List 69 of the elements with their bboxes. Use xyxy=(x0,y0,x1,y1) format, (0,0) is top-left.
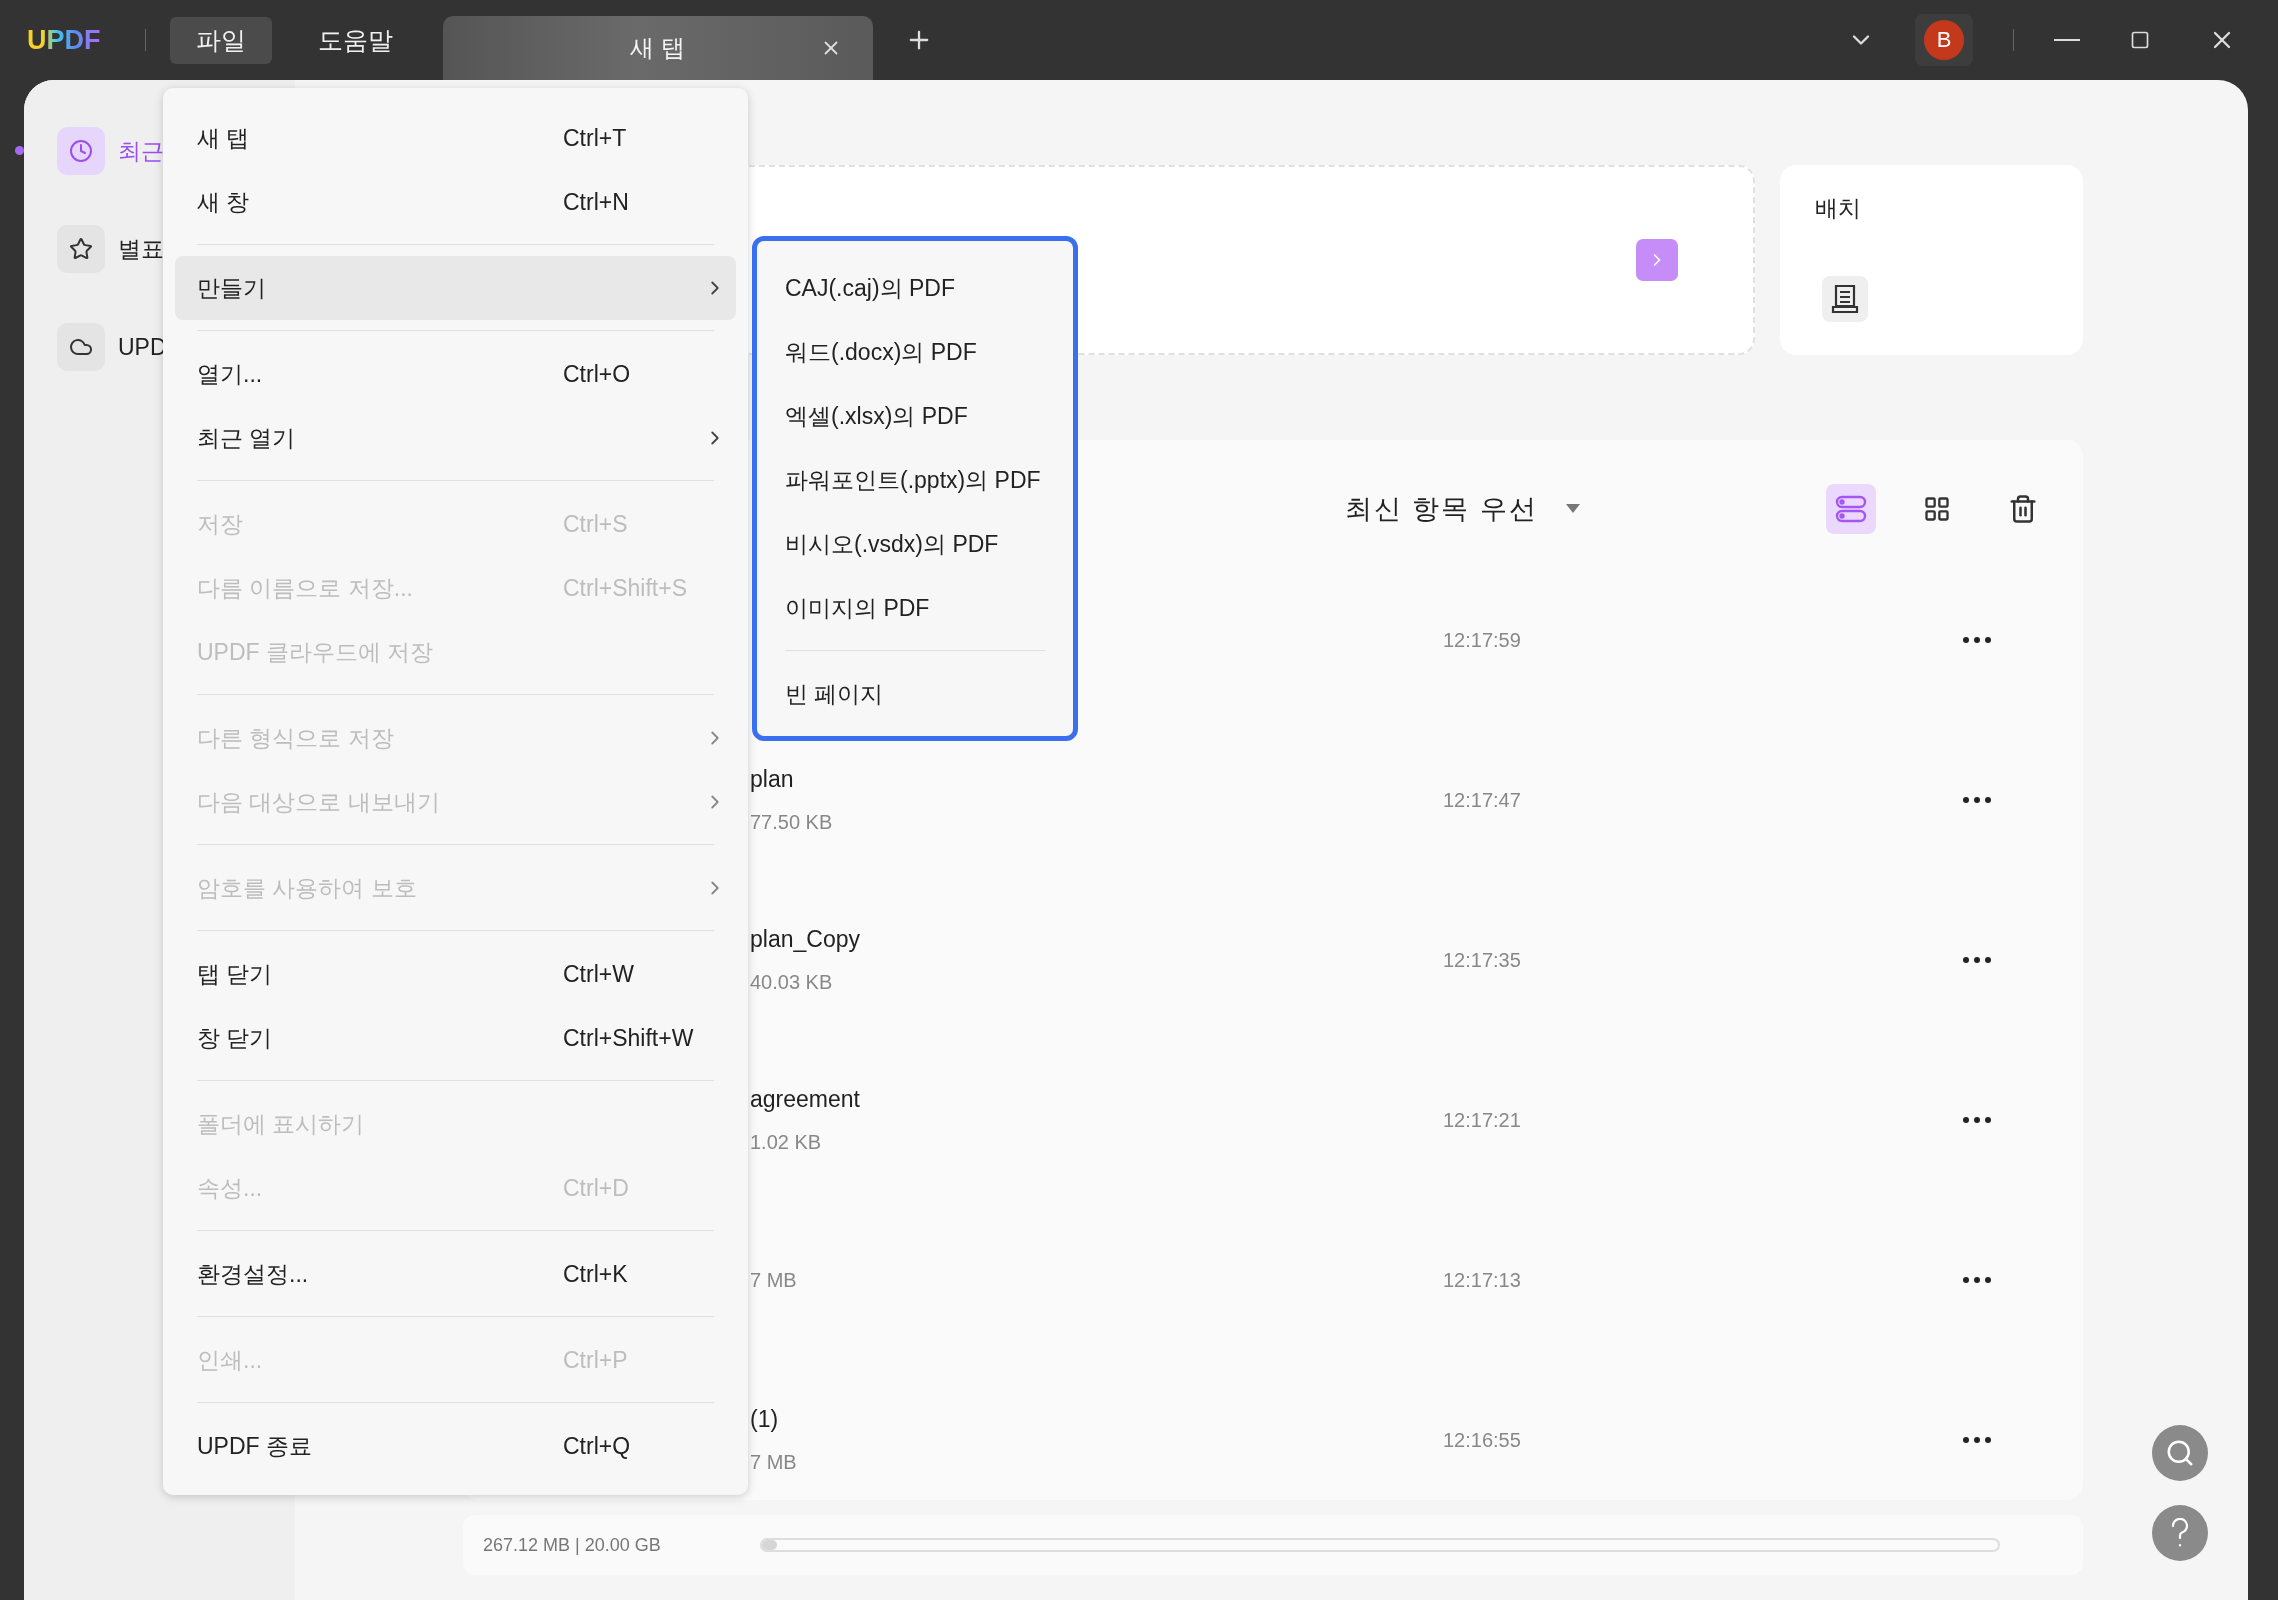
menu-item[interactable]: UPDF 종료 Ctrl+Q xyxy=(175,1414,736,1478)
minimize-icon xyxy=(2054,39,2080,41)
file-time: 12:16:55 xyxy=(1443,1428,1522,1452)
batch-button[interactable] xyxy=(1822,276,1868,322)
more-button[interactable] xyxy=(1963,637,1991,643)
menu-item[interactable]: 만들기 xyxy=(175,256,736,320)
more-icon xyxy=(1963,1437,1991,1443)
file-name: agreement xyxy=(750,1086,861,1113)
account-button[interactable]: B xyxy=(1915,14,1973,66)
file-time: 12:17:13 xyxy=(1443,1268,1522,1292)
search-icon xyxy=(2165,1438,2195,1468)
more-icon xyxy=(1963,637,1991,643)
file-size: 7 MB xyxy=(750,1451,798,1474)
file-size: 40.03 KB xyxy=(750,971,834,994)
submenu-item[interactable]: 빈 페이지 xyxy=(765,662,1065,726)
submenu-item[interactable]: CAJ(.caj)의 PDF xyxy=(765,256,1065,320)
help-icon xyxy=(2171,1518,2189,1548)
more-icon xyxy=(1963,797,1991,803)
menu-item[interactable]: 환경설정... Ctrl+K xyxy=(175,1242,736,1306)
file-size: 1.02 KB xyxy=(750,1131,823,1154)
menu-item[interactable]: 탭 닫기 Ctrl+W xyxy=(175,942,736,1006)
active-indicator xyxy=(15,146,24,155)
more-button[interactable] xyxy=(1963,957,1991,963)
file-size: 77.50 KB xyxy=(750,811,834,834)
more-button[interactable] xyxy=(1963,1277,1991,1283)
more-button[interactable] xyxy=(1963,797,1991,803)
submenu-item[interactable]: 엑셀(.xlsx)의 PDF xyxy=(765,384,1065,448)
submenu-item[interactable]: 비시오(.vsdx)의 PDF xyxy=(765,512,1065,576)
sidebar-button[interactable] xyxy=(57,323,105,371)
menu-item[interactable]: 새 탭 Ctrl+T xyxy=(175,106,736,170)
file-time: 12:17:35 xyxy=(1443,948,1522,972)
menu-item[interactable]: 최근 열기 xyxy=(175,406,736,470)
file-time: 12:17:21 xyxy=(1443,1108,1522,1132)
file-name: plan xyxy=(750,766,795,793)
more-icon xyxy=(1963,957,1991,963)
list-view-button[interactable] xyxy=(1826,484,1876,534)
menu-button[interactable]: 도움말 xyxy=(291,16,419,64)
star-icon xyxy=(69,237,93,261)
file-time: 12:17:47 xyxy=(1443,788,1522,812)
caret-icon xyxy=(1566,504,1580,514)
maximize-icon xyxy=(2130,30,2150,50)
menu-item[interactable]: 새 창 Ctrl+N xyxy=(175,170,736,234)
file-time: 12:17:59 xyxy=(1443,628,1522,652)
menu-item[interactable]: 창 닫기 Ctrl+Shift+W xyxy=(175,1006,736,1070)
document-tab[interactable]: 새 탭 xyxy=(442,16,873,80)
sort-dropdown[interactable]: 최신 항목 우선 xyxy=(1345,491,1580,527)
sidebar-label[interactable]: 별표 xyxy=(118,233,164,265)
clock-icon xyxy=(69,139,93,163)
menu-item[interactable]: 열기... Ctrl+O xyxy=(175,342,736,406)
trash-icon xyxy=(2008,494,2038,524)
storage-reading: 267.12 MB | 20.00 GB xyxy=(483,1534,662,1556)
more-icon xyxy=(1963,1277,1991,1283)
avatar: B xyxy=(1924,20,1964,60)
file-name: (1) xyxy=(750,1406,780,1433)
more-icon xyxy=(1963,1117,1991,1123)
list-view-icon xyxy=(1835,495,1867,523)
file-size: 7 MB xyxy=(750,1268,798,1292)
submenu-item[interactable]: 파워포인트(.pptx)의 PDF xyxy=(765,448,1065,512)
more-button[interactable] xyxy=(1963,1117,1991,1123)
grid-view-icon xyxy=(1923,495,1951,523)
document-stack-icon xyxy=(1830,283,1860,315)
sidebar-button[interactable] xyxy=(57,225,105,273)
file-name: plan_Copy xyxy=(750,926,861,953)
batch-title: 배치 xyxy=(1815,194,1862,223)
submenu-item[interactable]: 워드(.docx)의 PDF xyxy=(765,320,1065,384)
menu-button[interactable]: 파일 xyxy=(169,16,272,64)
sidebar-label[interactable]: 최근 xyxy=(118,135,164,167)
more-button[interactable] xyxy=(1963,1437,1991,1443)
submenu-item[interactable]: 이미지의 PDF xyxy=(765,576,1065,640)
